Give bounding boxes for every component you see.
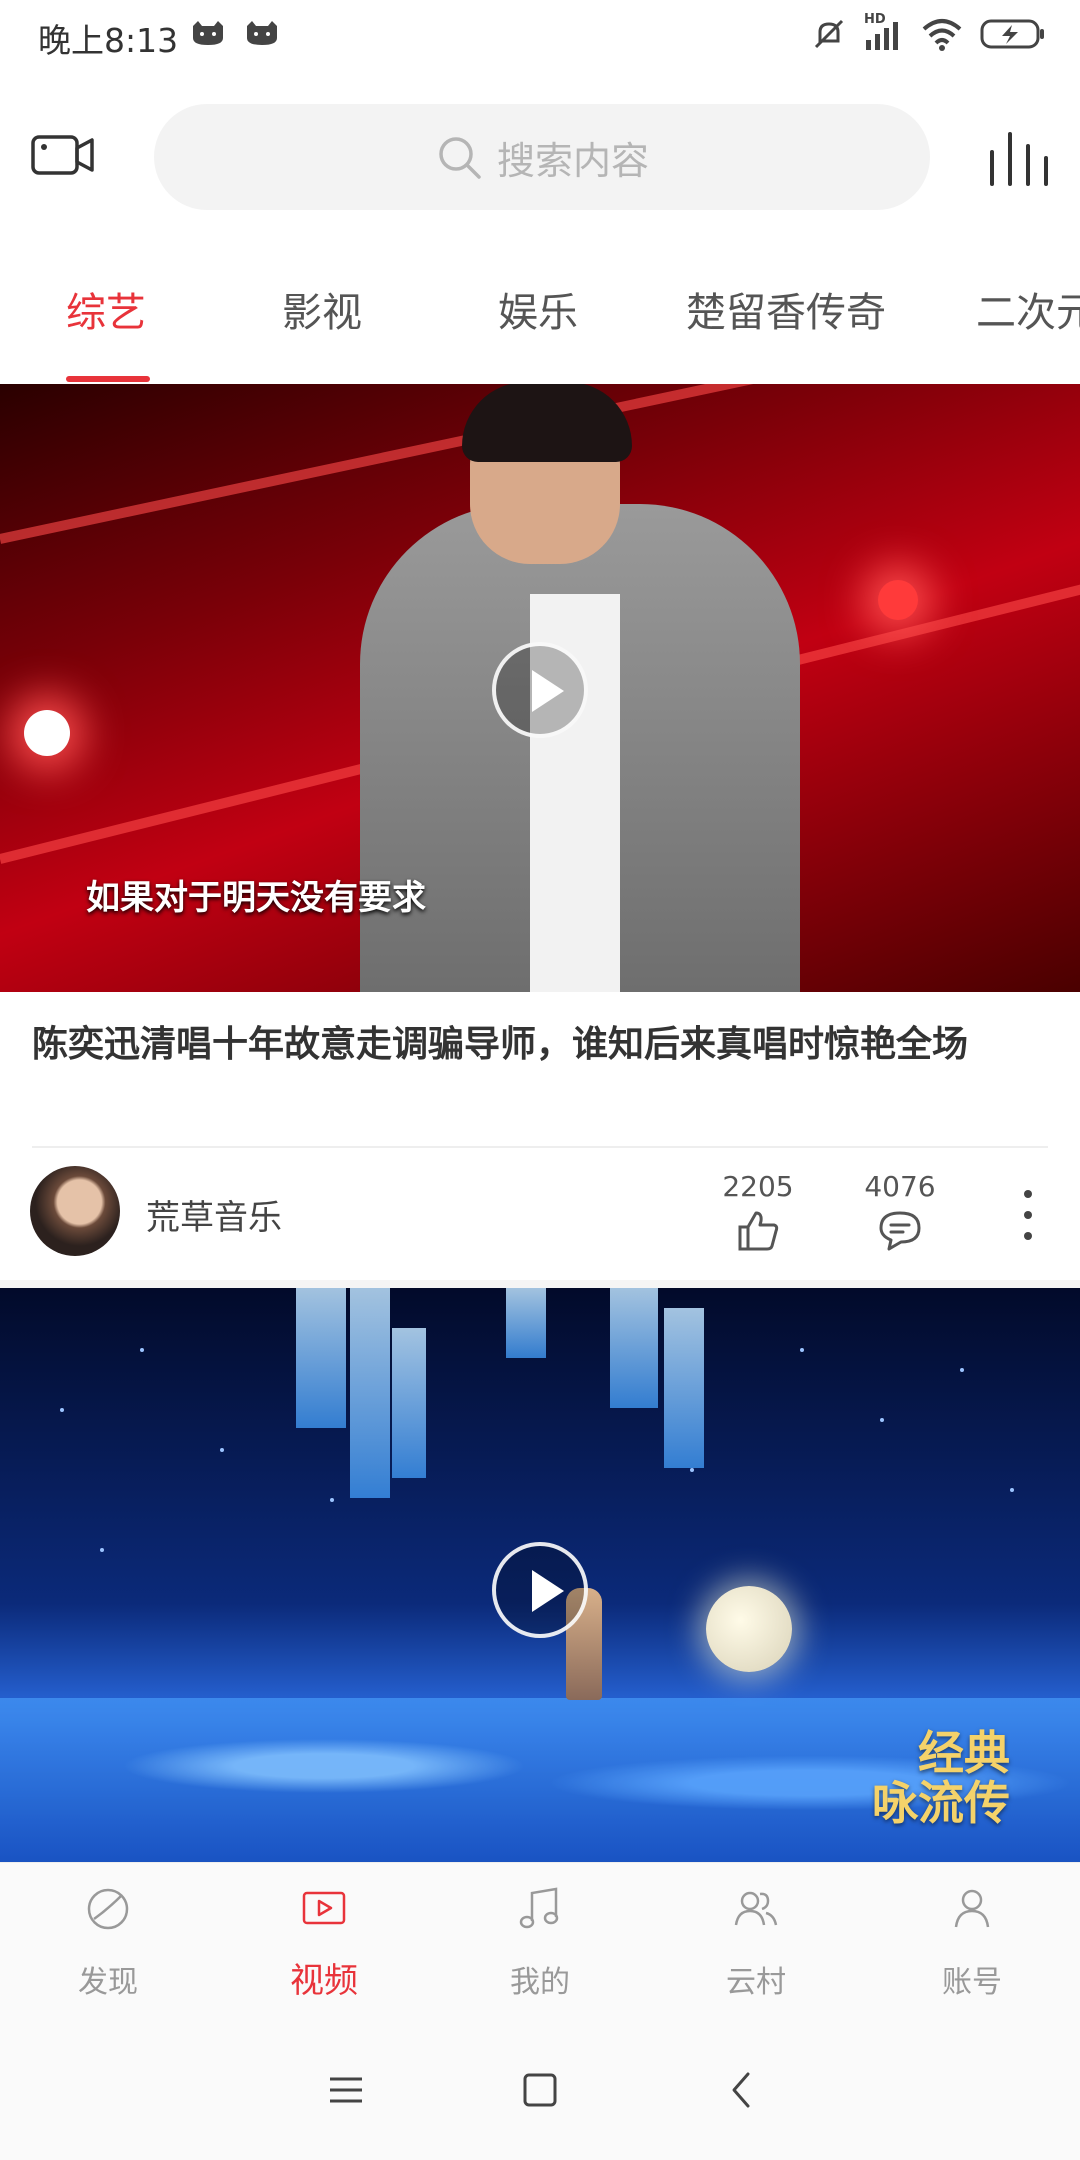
- wifi-icon: [922, 19, 962, 51]
- stage-light: [878, 580, 918, 620]
- more-dot-icon: [1024, 1190, 1032, 1198]
- home-icon[interactable]: [520, 2070, 560, 2110]
- stage-crystal: [296, 1288, 346, 1428]
- tab-chu-liu-xiang[interactable]: 楚留香传奇: [686, 280, 886, 338]
- users-icon: [734, 1891, 778, 1926]
- thumbs-up-icon: [738, 1211, 779, 1251]
- nav-cloud-village[interactable]: 云村: [648, 1883, 864, 2001]
- search-icon: [439, 137, 481, 179]
- nav-video[interactable]: 视频: [216, 1883, 432, 2002]
- tab-anime[interactable]: 二次元: [976, 280, 1080, 338]
- star: [800, 1348, 804, 1352]
- nav-discover-label: 发现: [78, 1965, 138, 2000]
- video-icon: [302, 1891, 346, 1925]
- tab-film[interactable]: 影视: [282, 280, 362, 338]
- compass-icon: [87, 1888, 129, 1930]
- stage-light: [24, 710, 70, 756]
- moon: [706, 1586, 792, 1672]
- equalizer-icon[interactable]: [986, 128, 1050, 188]
- status-icons: HD: [812, 12, 1046, 52]
- bottom-nav: 发现 视频 我的 云村 账号: [0, 1862, 1080, 2020]
- nav-account-label: 账号: [942, 1965, 1002, 2000]
- nav-discover[interactable]: 发现: [0, 1883, 216, 2001]
- more-dot-icon: [1024, 1211, 1032, 1219]
- stage-crystal: [350, 1288, 390, 1498]
- status-bar: 晚上8:13 HD: [0, 0, 1080, 72]
- star: [880, 1418, 884, 1422]
- stage-crystal: [610, 1288, 658, 1408]
- nav-mine[interactable]: 我的: [432, 1883, 648, 2001]
- video-thumbnail[interactable]: 经典 咏流传: [0, 1288, 1080, 1862]
- mute-bell-icon: [814, 19, 844, 49]
- comment-count: 4076: [864, 1170, 936, 1203]
- video-subtitle: 如果对于明天没有要求: [86, 878, 426, 918]
- tab-entertainment[interactable]: 娱乐: [498, 280, 578, 338]
- user-icon: [954, 1889, 990, 1928]
- play-button[interactable]: [492, 642, 588, 738]
- top-header: 搜索内容: [0, 100, 1080, 210]
- stage-crystal: [664, 1308, 704, 1468]
- system-nav-bar: [0, 2020, 1080, 2160]
- status-time: 晚上8:13: [38, 21, 179, 60]
- stage-crystal: [506, 1288, 546, 1358]
- show-logo: 经典 咏流传: [872, 1728, 1010, 1828]
- like-button[interactable]: 2205: [708, 1170, 808, 1251]
- notification-cat-icon: [247, 21, 277, 45]
- comment-icon: [879, 1211, 921, 1251]
- avatar[interactable]: [30, 1166, 120, 1256]
- menu-icon[interactable]: [326, 2070, 366, 2110]
- tab-indicator: [66, 376, 150, 382]
- comment-button[interactable]: 4076: [850, 1170, 950, 1251]
- star: [960, 1368, 964, 1372]
- card-separator: [0, 1280, 1080, 1288]
- video-camera-button[interactable]: [30, 122, 96, 188]
- search-input[interactable]: 搜索内容: [154, 104, 930, 210]
- tab-variety[interactable]: 综艺: [66, 280, 146, 338]
- stage-crystal: [392, 1328, 426, 1478]
- music-note-icon: [519, 1887, 559, 1929]
- divider: [32, 1146, 1048, 1148]
- video-thumbnail[interactable]: 如果对于明天没有要求: [0, 384, 1080, 992]
- video-camera-icon: [31, 135, 94, 175]
- star: [60, 1408, 64, 1412]
- video-meta-row: 荒草音乐 2205 4076: [0, 1160, 1080, 1270]
- star: [220, 1448, 224, 1452]
- search-placeholder: 搜索内容: [496, 138, 649, 183]
- battery-charging-icon: [980, 19, 1044, 49]
- star: [140, 1348, 144, 1352]
- notification-cat-icon: [193, 21, 223, 45]
- star: [100, 1548, 104, 1552]
- nav-account[interactable]: 账号: [864, 1883, 1080, 2001]
- nav-cloud-village-label: 云村: [726, 1965, 786, 2000]
- star: [1010, 1488, 1014, 1492]
- signal-icon: HD: [864, 12, 904, 52]
- show-logo-line1: 经典: [918, 1726, 1010, 1780]
- channel-name[interactable]: 荒草音乐: [146, 1190, 282, 1239]
- like-count: 2205: [722, 1170, 794, 1203]
- star: [690, 1468, 694, 1472]
- more-options-button[interactable]: [1016, 1190, 1040, 1240]
- star: [330, 1498, 334, 1502]
- back-icon[interactable]: [722, 2070, 762, 2110]
- more-dot-icon: [1024, 1232, 1032, 1240]
- play-button[interactable]: [492, 1542, 588, 1638]
- show-logo-line2: 咏流传: [872, 1776, 1010, 1830]
- nav-video-label: 视频: [290, 1961, 358, 2001]
- category-tabs: 综艺 影视 娱乐 楚留香传奇 二次元: [0, 250, 1080, 380]
- nav-mine-label: 我的: [510, 1965, 570, 2000]
- video-title[interactable]: 陈奕迅清唱十年故意走调骗导师，谁知后来真唱时惊艳全场: [32, 1020, 1048, 1070]
- singer-hair: [462, 384, 632, 462]
